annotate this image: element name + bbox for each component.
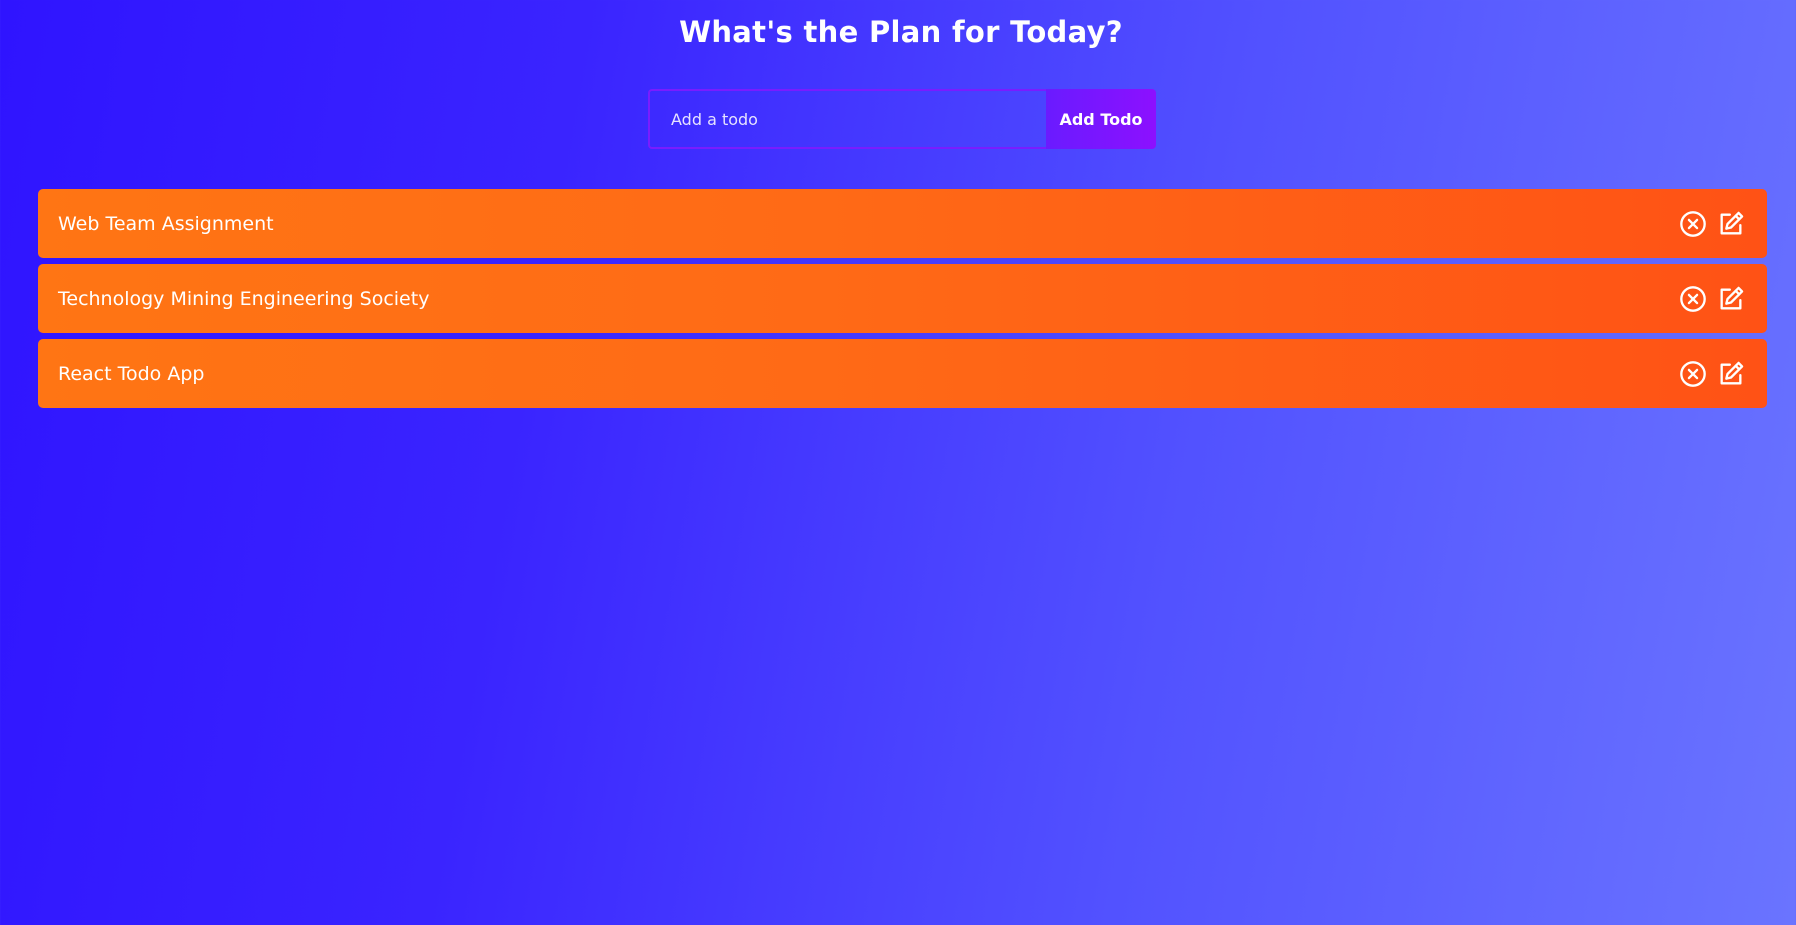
todo-form: Add Todo	[648, 89, 1156, 149]
todo-actions	[1679, 285, 1745, 313]
todo-row: React Todo App	[38, 339, 1767, 408]
todo-app: What's the Plan for Today? Add Todo Web …	[0, 0, 1796, 925]
todo-text[interactable]: React Todo App	[58, 363, 204, 385]
edit-icon[interactable]	[1717, 210, 1745, 238]
todo-input[interactable]	[648, 89, 1046, 149]
todo-list: Web Team Assignment Technology Mining En…	[38, 189, 1767, 414]
edit-icon[interactable]	[1717, 360, 1745, 388]
page-title: What's the Plan for Today?	[679, 15, 1123, 49]
todo-text[interactable]: Technology Mining Engineering Society	[58, 288, 429, 310]
edit-icon[interactable]	[1717, 285, 1745, 313]
todo-actions	[1679, 210, 1745, 238]
close-circle-icon[interactable]	[1679, 360, 1707, 388]
close-circle-icon[interactable]	[1679, 285, 1707, 313]
todo-row: Technology Mining Engineering Society	[38, 264, 1767, 333]
close-circle-icon[interactable]	[1679, 210, 1707, 238]
add-todo-button[interactable]: Add Todo	[1046, 89, 1156, 149]
todo-actions	[1679, 360, 1745, 388]
todo-text[interactable]: Web Team Assignment	[58, 213, 274, 235]
todo-row: Web Team Assignment	[38, 189, 1767, 258]
